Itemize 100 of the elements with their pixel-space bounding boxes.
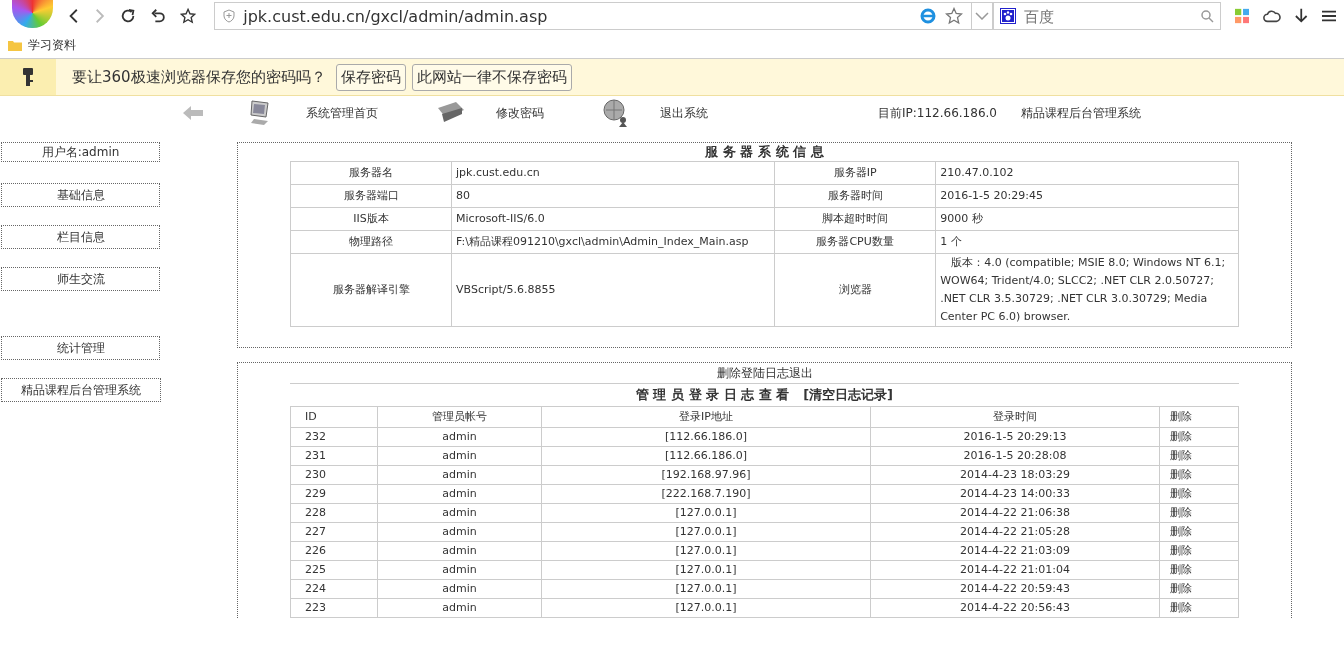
table-cell: 228 bbox=[290, 503, 378, 523]
shield-icon bbox=[223, 9, 236, 23]
sidebar-item[interactable]: 基础信息 bbox=[1, 183, 160, 207]
table-cell: 210.47.0.102 bbox=[935, 161, 1239, 185]
table-cell: 2014-4-22 21:06:38 bbox=[870, 503, 1160, 523]
star-icon[interactable] bbox=[180, 7, 197, 25]
table-cell: 服务器时间 bbox=[774, 184, 936, 208]
column-header: 登录时间 bbox=[870, 406, 1160, 428]
table-cell: 2016-1-5 20:29:13 bbox=[870, 427, 1160, 447]
sidebar-item[interactable]: 师生交流 bbox=[1, 267, 160, 291]
search-input[interactable]: 百度 bbox=[1021, 6, 1195, 26]
delete-link[interactable]: 删除 bbox=[1159, 484, 1239, 504]
nav-link[interactable]: 系统管理首页 bbox=[306, 104, 378, 122]
url-text: jpk.cust.edu.cn/gxcl/admin/admin.asp bbox=[243, 6, 548, 26]
nav-link[interactable]: 退出系统 bbox=[660, 104, 708, 122]
table-cell: 服务器端口 bbox=[290, 184, 452, 208]
cloud-icon[interactable] bbox=[1263, 8, 1282, 24]
delete-link[interactable]: 删除 bbox=[1159, 446, 1239, 466]
table-cell: 2014-4-22 21:01:04 bbox=[870, 560, 1160, 580]
table-cell: 2014-4-23 18:03:29 bbox=[870, 465, 1160, 485]
delete-link[interactable]: 删除 bbox=[1159, 598, 1239, 618]
browser-logo-icon[interactable] bbox=[12, 0, 54, 28]
table-cell: admin bbox=[377, 579, 542, 599]
table-cell: F:\精品课程091210\gxcl\admin\Admin_Index_Main.asp bbox=[451, 230, 775, 254]
search-icon[interactable] bbox=[1200, 9, 1215, 23]
table-cell: 服务器解译引擎 bbox=[290, 253, 452, 327]
folder-icon bbox=[8, 39, 22, 51]
log-actions-link[interactable]: 删除登陆日志退出 bbox=[290, 363, 1239, 384]
table-cell: admin bbox=[377, 522, 542, 542]
table-cell: 232 bbox=[290, 427, 378, 447]
table-cell: [112.66.186.0] bbox=[541, 446, 871, 466]
delete-link[interactable]: 删除 bbox=[1159, 503, 1239, 523]
table-cell: 服务器IP bbox=[774, 161, 936, 185]
table-cell: admin bbox=[377, 484, 542, 504]
table-cell: 2014-4-22 20:56:43 bbox=[870, 598, 1160, 618]
table-cell: 2014-4-22 20:59:43 bbox=[870, 579, 1160, 599]
key-icon bbox=[22, 67, 34, 87]
table-cell: admin bbox=[377, 598, 542, 618]
apps-icon[interactable] bbox=[1235, 8, 1250, 24]
table-cell: Microsoft-IIS/6.0 bbox=[451, 207, 775, 231]
table-cell: [127.0.0.1] bbox=[541, 598, 871, 618]
table-cell: admin bbox=[377, 446, 542, 466]
table-cell: 1 个 bbox=[935, 230, 1239, 254]
sidebar-item[interactable]: 精品课程后台管理系统 bbox=[1, 378, 161, 402]
sidebar-item[interactable]: 栏目信息 bbox=[1, 225, 160, 249]
table-cell: 9000 秒 bbox=[935, 207, 1239, 231]
table-cell: 脚本超时时间 bbox=[774, 207, 936, 231]
table-cell: 2014-4-22 21:03:09 bbox=[870, 541, 1160, 561]
delete-link[interactable]: 删除 bbox=[1159, 465, 1239, 485]
table-cell: [127.0.0.1] bbox=[541, 560, 871, 580]
delete-link[interactable]: 删除 bbox=[1159, 541, 1239, 561]
infobar-button[interactable]: 保存密码 bbox=[335, 63, 406, 91]
nav-link[interactable]: 修改密码 bbox=[496, 104, 544, 122]
table-cell: [127.0.0.1] bbox=[541, 541, 871, 561]
infobar-message: 要让360极速浏览器保存您的密码吗？ bbox=[72, 67, 326, 87]
table-cell: VBScript/5.6.8855 bbox=[451, 253, 775, 327]
table-cell: jpk.cust.edu.cn bbox=[451, 161, 775, 185]
infobar-button[interactable]: 此网站一律不保存密码 bbox=[411, 63, 572, 91]
table-cell: 224 bbox=[290, 579, 378, 599]
table-cell: admin bbox=[377, 427, 542, 447]
search-field[interactable]: 百度 bbox=[992, 2, 1222, 30]
menu-icon[interactable] bbox=[1321, 9, 1336, 23]
column-header: 登录IP地址 bbox=[541, 406, 871, 428]
table-cell: [127.0.0.1] bbox=[541, 579, 871, 599]
delete-link[interactable]: 删除 bbox=[1159, 427, 1239, 447]
table-cell: 227 bbox=[290, 522, 378, 542]
table-cell: 浏览器 bbox=[774, 253, 936, 327]
table-cell: [192.168.97.96] bbox=[541, 465, 871, 485]
table-cell: 2016-1-5 20:29:45 bbox=[935, 184, 1239, 208]
table-cell: admin bbox=[377, 541, 542, 561]
table-cell: 服务器CPU数量 bbox=[774, 230, 936, 254]
star-icon[interactable] bbox=[945, 7, 964, 25]
table-cell: 版本：4.0 (compatible; MSIE 8.0; Windows NT 6.1; WOW64; Trident/4.0; SLCC2; .NET CLR 2.0.50727; .NET CLR 3.5.30729; .NET CLR 3.0.30729; Media Center PC 6.0) browser. bbox=[935, 253, 1239, 327]
delete-link[interactable]: 删除 bbox=[1159, 579, 1239, 599]
current-ip-text: 目前IP:112.66.186.0 bbox=[878, 104, 997, 122]
table-cell: admin bbox=[377, 503, 542, 523]
table-cell: 2014-4-22 21:05:28 bbox=[870, 522, 1160, 542]
table-cell: 80 bbox=[451, 184, 775, 208]
system-title: 精品课程后台管理系统 bbox=[1021, 104, 1141, 122]
sidebar-item: 用户名:admin bbox=[1, 142, 160, 162]
download-icon[interactable] bbox=[1295, 7, 1308, 25]
undo-icon[interactable] bbox=[150, 7, 167, 25]
table-cell: 物理路径 bbox=[290, 230, 452, 254]
table-cell: 服务器名 bbox=[290, 161, 452, 185]
table-cell: 223 bbox=[290, 598, 378, 618]
table-cell: 2016-1-5 20:28:08 bbox=[870, 446, 1160, 466]
paw-icon bbox=[999, 8, 1016, 24]
bookmark-item[interactable]: 学习资料 bbox=[8, 36, 76, 54]
sidebar-item[interactable]: 统计管理 bbox=[1, 336, 160, 360]
globe-icon[interactable] bbox=[602, 98, 630, 128]
delete-link[interactable]: 删除 bbox=[1159, 522, 1239, 542]
reload-icon[interactable] bbox=[120, 7, 137, 25]
table-cell: [127.0.0.1] bbox=[541, 503, 871, 523]
table-cell: 231 bbox=[290, 446, 378, 466]
address-bar[interactable]: jpk.cust.edu.cn/gxcl/admin/admin.asp bbox=[214, 2, 973, 30]
delete-link[interactable]: 删除 bbox=[1159, 560, 1239, 580]
panel-title: 管 理 员 登 录 日 志 查 看 bbox=[635, 386, 790, 404]
table-cell: [127.0.0.1] bbox=[541, 522, 871, 542]
back-icon[interactable] bbox=[67, 7, 80, 25]
clear-log-link[interactable]: [清空日志记录] bbox=[803, 386, 894, 404]
